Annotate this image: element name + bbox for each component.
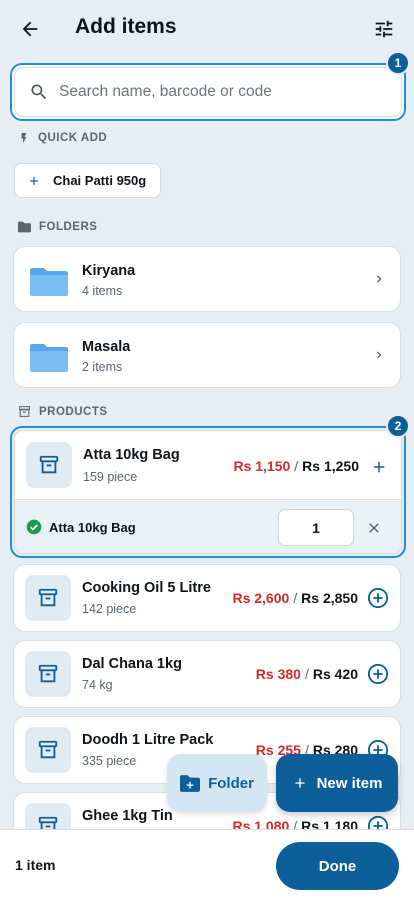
product-thumbnail bbox=[25, 727, 71, 773]
archive-box-icon bbox=[39, 455, 59, 474]
new-folder-label: Folder bbox=[208, 774, 254, 792]
product-stock: 335 piece bbox=[82, 754, 137, 768]
chevron-right-icon bbox=[377, 351, 382, 359]
product-name: Ghee 1kg Tin bbox=[82, 808, 173, 824]
folders-label: FOLDERS bbox=[39, 221, 98, 233]
folder-count: 2 items bbox=[82, 360, 123, 374]
product-name: Cooking Oil 5 Litre bbox=[82, 580, 211, 596]
folder-icon bbox=[30, 268, 68, 296]
quick-add-chip-label: Chai Patti 950g bbox=[53, 173, 147, 188]
selected-count: 1 item bbox=[15, 857, 56, 873]
product-thumbnail bbox=[25, 575, 71, 621]
products-header: PRODUCTS bbox=[18, 405, 108, 418]
archive-box-icon bbox=[38, 588, 58, 607]
folder-card-kiryana[interactable]: Kiryana 4 items bbox=[13, 246, 401, 312]
selected-line-name: Atta 10kg Bag bbox=[49, 520, 136, 535]
sale-price: Rs 1,150 bbox=[233, 458, 291, 474]
app-header: Add items bbox=[0, 0, 414, 60]
step-badge-2: 2 bbox=[386, 414, 410, 438]
archive-small-icon bbox=[19, 406, 30, 417]
folder-card-masala[interactable]: Masala 2 items bbox=[13, 322, 401, 388]
products-label: PRODUCTS bbox=[39, 405, 108, 418]
list-price: Rs 1,250 bbox=[302, 458, 359, 474]
folder-name: Masala bbox=[82, 339, 131, 355]
folder-count: 4 items bbox=[82, 284, 123, 298]
folder-plus-icon bbox=[180, 774, 201, 792]
search-field[interactable]: Search name, barcode or code bbox=[10, 63, 406, 121]
product-name: Atta 10kg Bag bbox=[83, 447, 180, 463]
bottom-bar: 1 item Done bbox=[0, 829, 414, 900]
product-name: Dal Chana 1kg bbox=[82, 656, 182, 672]
quick-add-label: QUICK ADD bbox=[38, 132, 108, 144]
selected-line-row: Atta 10kg Bag 1 bbox=[15, 499, 401, 553]
product-price: Rs 2,600/Rs 2,850 bbox=[232, 590, 358, 606]
back-arrow-icon[interactable] bbox=[14, 13, 46, 45]
search-input[interactable]: Search name, barcode or code bbox=[14, 67, 402, 117]
new-item-button[interactable]: New item bbox=[276, 754, 398, 812]
done-button[interactable]: Done bbox=[276, 842, 399, 890]
search-placeholder: Search name, barcode or code bbox=[59, 83, 272, 100]
plus-icon bbox=[29, 176, 39, 185]
page-title: Add items bbox=[75, 15, 177, 38]
folder-icon bbox=[30, 344, 68, 372]
selected-product-card: Atta 10kg Bag 159 piece Rs 1,150/Rs 1,25… bbox=[10, 426, 406, 558]
product-stock: 159 piece bbox=[83, 470, 138, 484]
archive-box-icon bbox=[38, 740, 58, 759]
filter-settings-icon[interactable] bbox=[368, 13, 400, 45]
plus-icon[interactable] bbox=[368, 456, 390, 478]
quick-add-header: QUICK ADD bbox=[18, 131, 107, 145]
product-price: Rs 380/Rs 420 bbox=[255, 666, 358, 682]
list-price: Rs 2,850 bbox=[301, 590, 358, 606]
new-item-label: New item bbox=[316, 774, 383, 792]
archive-box-icon bbox=[38, 664, 58, 683]
product-card-atta[interactable]: Atta 10kg Bag 159 piece Rs 1,150/Rs 1,25… bbox=[14, 430, 402, 554]
list-price: Rs 420 bbox=[312, 666, 358, 682]
plus-icon bbox=[294, 778, 305, 788]
product-stock: 142 piece bbox=[82, 602, 137, 616]
check-circle-icon bbox=[26, 519, 42, 535]
product-card-dal-chana[interactable]: Dal Chana 1kg 74 kg Rs 380/Rs 420 bbox=[13, 640, 401, 708]
product-thumbnail bbox=[26, 442, 72, 488]
quantity-input[interactable]: 1 bbox=[278, 509, 354, 546]
folders-header: FOLDERS bbox=[18, 221, 97, 233]
folder-small-icon bbox=[18, 221, 31, 233]
product-card-cooking-oil[interactable]: Cooking Oil 5 Litre 142 piece Rs 2,600/R… bbox=[13, 564, 401, 632]
folder-name: Kiryana bbox=[82, 263, 136, 279]
quick-add-chip[interactable]: Chai Patti 950g bbox=[14, 163, 162, 198]
chevron-right-icon bbox=[377, 275, 382, 283]
sale-price: Rs 2,600 bbox=[232, 590, 290, 606]
bolt-icon bbox=[21, 133, 27, 143]
add-circle-icon[interactable] bbox=[367, 663, 389, 685]
product-stock: 74 kg bbox=[82, 678, 113, 692]
product-price: Rs 1,150/Rs 1,250 bbox=[233, 458, 359, 474]
add-circle-icon[interactable] bbox=[367, 587, 389, 609]
sale-price: Rs 380 bbox=[255, 666, 301, 682]
product-name: Doodh 1 Litre Pack bbox=[82, 732, 214, 748]
product-thumbnail bbox=[25, 651, 71, 697]
close-icon[interactable] bbox=[366, 520, 382, 536]
new-folder-button[interactable]: Folder bbox=[167, 754, 267, 812]
search-icon bbox=[31, 84, 47, 100]
step-badge-1: 1 bbox=[386, 51, 410, 75]
